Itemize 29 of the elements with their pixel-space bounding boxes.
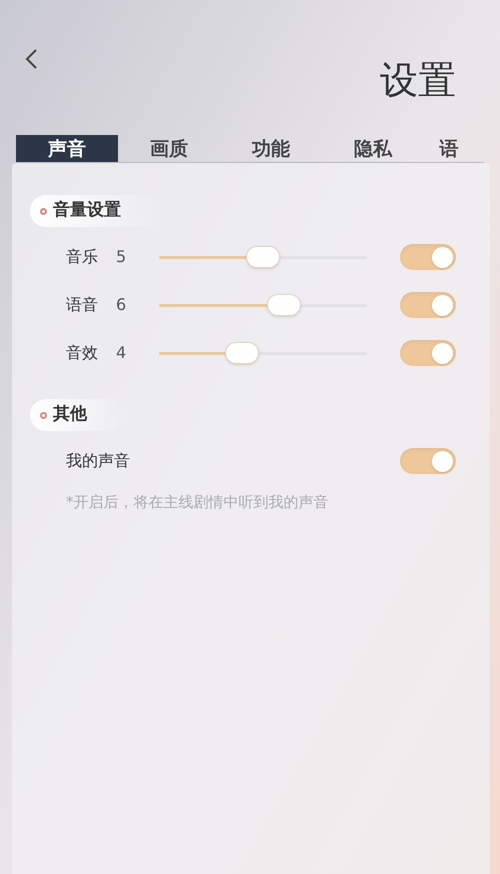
slider-thumb[interactable] — [225, 342, 260, 364]
toggle-switch[interactable] — [400, 448, 456, 474]
slider-thumb[interactable] — [246, 246, 280, 268]
tab[interactable]: 画质 — [118, 135, 220, 162]
ring-icon — [40, 208, 47, 214]
row-label: 语音 — [66, 294, 99, 316]
section-title: 音量设置 — [53, 199, 121, 222]
ring-icon — [40, 412, 47, 418]
tab[interactable]: 语 — [424, 135, 474, 162]
page-title: 设置 — [380, 57, 456, 104]
toggle-switch[interactable] — [400, 244, 456, 270]
back-icon[interactable] — [24, 48, 38, 70]
row-label: 音效 — [66, 342, 99, 364]
hint-text: *开启后，将在主线剧情中听到我的声音 — [65, 492, 330, 513]
tab[interactable]: 隐私 — [322, 135, 424, 162]
volume-value: 4 — [116, 342, 128, 364]
tab[interactable]: 功能 — [220, 135, 322, 162]
row-label: 我的声音 — [66, 450, 130, 472]
toggle-switch[interactable] — [400, 340, 456, 366]
slider-track[interactable] — [159, 294, 367, 316]
row-label: 音乐 — [66, 246, 99, 268]
volume-value: 5 — [116, 246, 128, 268]
tab[interactable]: 声音 — [16, 135, 118, 162]
slider-track[interactable] — [159, 246, 367, 268]
volume-value: 6 — [116, 294, 128, 316]
toggle-switch[interactable] — [400, 292, 456, 318]
slider-thumb[interactable] — [266, 294, 301, 316]
slider-track[interactable] — [159, 342, 367, 364]
section-title: 其他 — [53, 403, 87, 426]
